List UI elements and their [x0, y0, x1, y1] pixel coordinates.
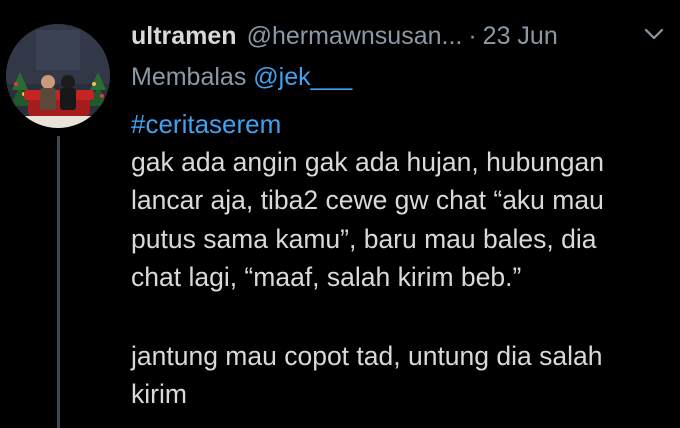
display-name[interactable]: ultramen — [131, 18, 237, 54]
tweet-text-line: chat lagi, “maaf, salah kirim beb.” — [131, 262, 522, 292]
reply-context: Membalas @jek___ — [131, 59, 352, 95]
hashtag-link[interactable]: #ceritaserem — [131, 106, 281, 142]
tweet-date[interactable]: 23 Jun — [483, 18, 558, 54]
thread-line — [57, 136, 60, 428]
chevron-down-icon[interactable] — [643, 26, 665, 42]
tweet-text-line: putus sama kamu”, baru mau bales, dia — [131, 224, 597, 254]
tweet-text-line: kirim — [131, 379, 187, 409]
reply-mention-link[interactable]: @jek___ — [253, 63, 352, 91]
reply-prefix: Membalas — [131, 63, 247, 91]
tweet-header: ultramen @hermawnsusan... · 23 Jun — [131, 18, 671, 54]
tweet-text-line: lancar aja, tiba2 cewe gw chat “aku mau — [131, 185, 604, 215]
separator-dot: · — [468, 22, 477, 50]
avatar-photo — [6, 24, 110, 128]
tweet-text-line: jantung mau copot tad, untung dia salah — [131, 341, 603, 371]
user-handle[interactable]: @hermawnsusan... — [247, 18, 463, 54]
avatar[interactable] — [6, 24, 110, 128]
tweet: ultramen @hermawnsusan... · 23 Jun Memba… — [0, 0, 680, 428]
tweet-text-line: gak ada angin gak ada hujan, hubungan — [131, 147, 605, 177]
